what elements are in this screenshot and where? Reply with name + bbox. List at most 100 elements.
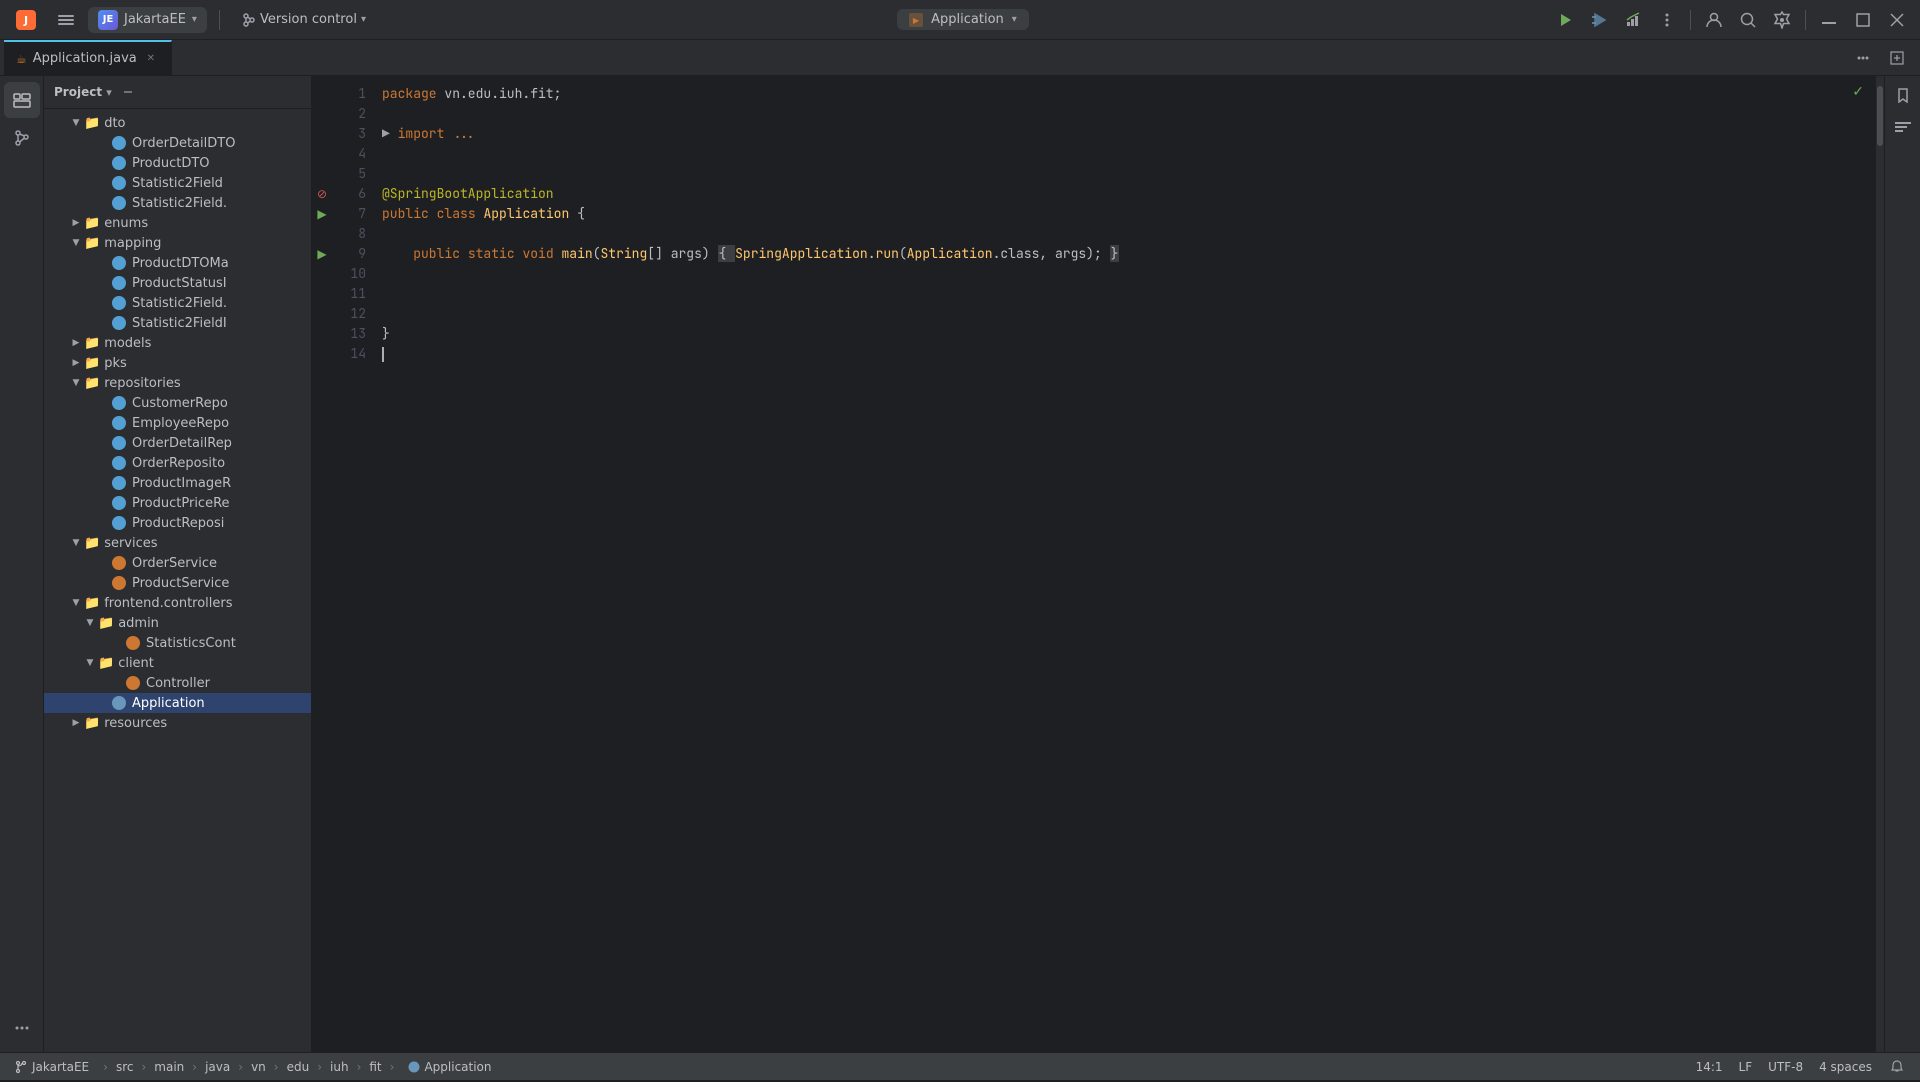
tab-options-button[interactable]: [1848, 43, 1878, 73]
interface-icon: [112, 416, 126, 430]
tree-label-repos: repositories: [104, 376, 180, 391]
tree-item-orderrepositо[interactable]: OrderReposito: [44, 453, 311, 473]
tree-item-customerrepo[interactable]: CustomerRepo: [44, 393, 311, 413]
main-content: Project ▾ 📁 dto OrderDetailDTO: [0, 76, 1920, 1052]
status-line-ending[interactable]: LF: [1733, 1052, 1759, 1082]
folder-icon-mapping: 📁: [84, 236, 100, 251]
tree-label: StatisticsCont: [146, 636, 236, 651]
tree-label: Statistic2FieldI: [132, 316, 227, 331]
coverage-button[interactable]: [1618, 5, 1648, 35]
status-branch[interactable]: JakartaEE: [8, 1058, 95, 1076]
scrollbar-thumb[interactable]: [1877, 86, 1883, 146]
folder-icon-models: 📁: [84, 336, 100, 351]
tab-bar-actions: [1848, 43, 1912, 73]
search-button[interactable]: [1733, 5, 1763, 35]
bc-application[interactable]: Application: [402, 1058, 497, 1076]
line-ending: LF: [1739, 1060, 1753, 1074]
tree-item-frontend-controllers[interactable]: 📁 frontend.controllers: [44, 593, 311, 613]
bookmarks-icon[interactable]: [1888, 80, 1918, 110]
settings-button[interactable]: [1767, 5, 1797, 35]
run-config-selector[interactable]: ▶ Application ▾: [897, 9, 1029, 30]
tree-item-productdtoma[interactable]: ProductDTOMa: [44, 253, 311, 273]
git-icon[interactable]: [4, 120, 40, 156]
top-bar: J JE JakartaEE ▾ Version: [0, 0, 1920, 40]
interface-icon: [112, 136, 126, 150]
tree-item-pks[interactable]: 📁 pks: [44, 353, 311, 373]
java-icon: [126, 636, 140, 650]
panel-collapse-btn[interactable]: [118, 82, 138, 102]
project-selector[interactable]: JE JakartaEE ▾: [88, 7, 207, 33]
panel-header: Project ▾: [44, 76, 311, 109]
status-encoding[interactable]: UTF-8: [1762, 1052, 1809, 1082]
interface-icon: [112, 296, 126, 310]
tree-item-product-dto[interactable]: ProductDTO: [44, 153, 311, 173]
encoding: UTF-8: [1768, 1060, 1803, 1074]
tree-item-controller[interactable]: Controller: [44, 673, 311, 693]
interface-icon: [112, 316, 126, 330]
panel-title: Project ▾: [54, 85, 112, 99]
tree-item-employeerepo[interactable]: EmployeeRepo: [44, 413, 311, 433]
tree-label: Controller: [146, 676, 210, 691]
version-control-label: Version control: [260, 12, 357, 27]
tree-item-application[interactable]: Application: [44, 693, 311, 713]
tree-item-order-detail-dto[interactable]: OrderDetailDTO: [44, 133, 311, 153]
sticky-lines-icon[interactable]: [1888, 112, 1918, 142]
tree-item-stat2fi[interactable]: Statistic2FieldI: [44, 313, 311, 333]
tree-item-client[interactable]: 📁 client: [44, 653, 311, 673]
expand-editor-button[interactable]: [1882, 43, 1912, 73]
tree-item-dto[interactable]: 📁 dto: [44, 113, 311, 133]
tab-close-button[interactable]: ✕: [143, 51, 159, 67]
tree-item-stat2f3[interactable]: Statistic2Field.: [44, 293, 311, 313]
status-cursor[interactable]: 14:1: [1690, 1052, 1729, 1082]
editor-scroll[interactable]: ⊘ ▶ ▶ 1 2 3 4 5 6 7 8 9 10 11 12 13 14: [312, 76, 1884, 1052]
tree-label: OrderService: [132, 556, 217, 571]
file-tree-scroll[interactable]: 📁 dto OrderDetailDTO ProductDTO Statisti…: [44, 109, 311, 1052]
minimize-button[interactable]: [1814, 5, 1844, 35]
arrow-enums: [68, 215, 84, 231]
arrow-client: [82, 655, 98, 671]
tree-item-mapping[interactable]: 📁 mapping: [44, 233, 311, 253]
tree-item-stat2f[interactable]: Statistic2Field: [44, 173, 311, 193]
tree-item-services[interactable]: 📁 services: [44, 533, 311, 553]
vertical-scrollbar[interactable]: [1876, 76, 1884, 1052]
status-indent[interactable]: 4 spaces: [1813, 1052, 1878, 1082]
code-editor[interactable]: package vn.edu.iuh.fit; ▶ import ... @Sp…: [374, 76, 1876, 1052]
interface-icon: [112, 516, 126, 530]
tree-label-dto: dto: [104, 116, 125, 131]
notifications-icon[interactable]: [1882, 1052, 1912, 1082]
version-control-btn[interactable]: Version control ▾: [232, 9, 376, 30]
tree-item-productservice[interactable]: ProductService: [44, 573, 311, 593]
profile-button[interactable]: [1699, 5, 1729, 35]
gutter-7-run[interactable]: ▶: [312, 204, 332, 224]
tree-item-productimager[interactable]: ProductImageR: [44, 473, 311, 493]
tree-label-client: client: [118, 656, 154, 671]
java-icon: [112, 556, 126, 570]
more-tools-icon[interactable]: [4, 1010, 40, 1046]
tree-item-orderservice[interactable]: OrderService: [44, 553, 311, 573]
tree-item-stat2f2[interactable]: Statistic2Field.: [44, 193, 311, 213]
tree-label: Statistic2Field.: [132, 296, 227, 311]
tree-item-productpricere[interactable]: ProductPriceRe: [44, 493, 311, 513]
tree-item-admin[interactable]: 📁 admin: [44, 613, 311, 633]
gutter-9-run[interactable]: ▶: [312, 244, 332, 264]
tree-item-productreposi[interactable]: ProductReposi: [44, 513, 311, 533]
right-panel: [1884, 76, 1920, 1052]
close-button[interactable]: [1882, 5, 1912, 35]
tree-item-repos[interactable]: 📁 repositories: [44, 373, 311, 393]
bc-iuh: iuh: [330, 1060, 349, 1074]
debug-button[interactable]: [1584, 5, 1614, 35]
tree-item-statisticscont[interactable]: StatisticsCont: [44, 633, 311, 653]
hamburger-menu[interactable]: [52, 6, 80, 34]
tab-application-java[interactable]: ☕ Application.java ✕: [4, 40, 172, 76]
tree-label-models: models: [104, 336, 151, 351]
vc-dropdown-icon: ▾: [361, 14, 366, 25]
project-panel-icon[interactable]: [4, 82, 40, 118]
tree-item-productstatusi[interactable]: ProductStatusI: [44, 273, 311, 293]
tree-item-models[interactable]: 📁 models: [44, 333, 311, 353]
tree-item-resources[interactable]: 📁 resources: [44, 713, 311, 733]
tree-item-enums[interactable]: 📁 enums: [44, 213, 311, 233]
more-run-options[interactable]: [1652, 5, 1682, 35]
tree-item-orderdetailrep[interactable]: OrderDetailRep: [44, 433, 311, 453]
maximize-button[interactable]: [1848, 5, 1878, 35]
run-button[interactable]: [1550, 5, 1580, 35]
